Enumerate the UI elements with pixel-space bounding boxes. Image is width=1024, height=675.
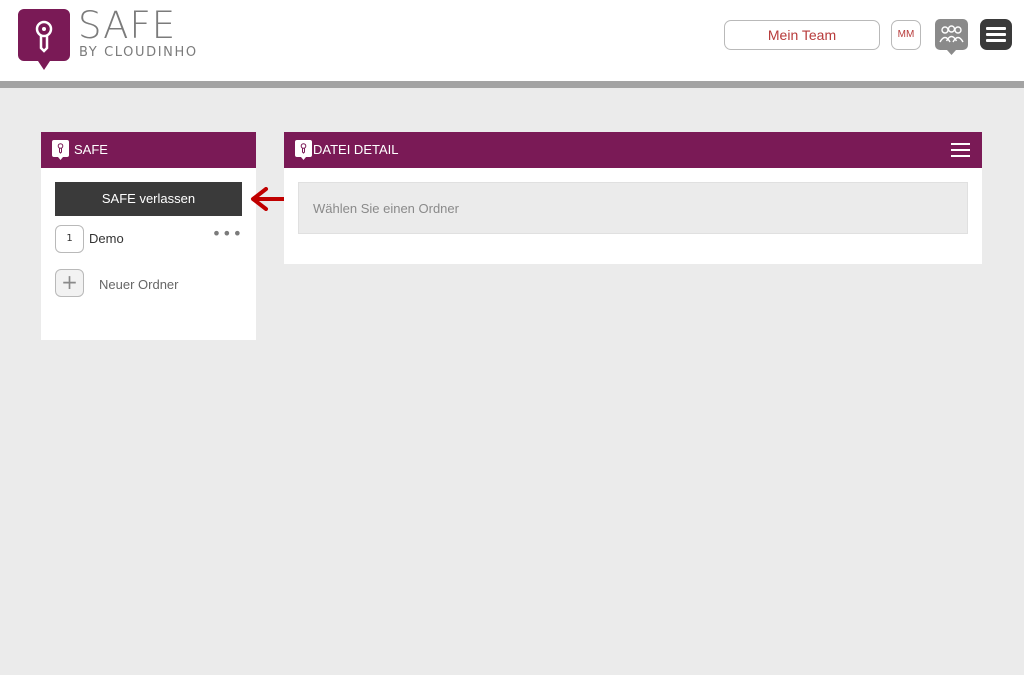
file-detail-panel: DATEI DETAIL Wählen Sie einen Ordner bbox=[284, 132, 982, 264]
group-icon[interactable] bbox=[935, 19, 968, 55]
leave-safe-button[interactable]: SAFE verlassen bbox=[55, 182, 242, 216]
safe-icon bbox=[52, 140, 69, 160]
folder-item[interactable]: 1 Demo ••• bbox=[55, 225, 243, 253]
safe-panel: SAFE SAFE verlassen 1 Demo ••• + Neuer O… bbox=[41, 132, 256, 340]
new-folder-label[interactable]: Neuer Ordner bbox=[99, 277, 178, 292]
safe-logo-icon[interactable] bbox=[18, 9, 70, 70]
detail-menu-icon[interactable] bbox=[951, 142, 970, 158]
more-options-icon[interactable]: ••• bbox=[212, 225, 243, 243]
file-detail-header: DATEI DETAIL bbox=[284, 132, 982, 168]
user-avatar-button[interactable]: MM bbox=[891, 20, 921, 50]
my-team-button[interactable]: Mein Team bbox=[724, 20, 880, 50]
file-detail-title: DATEI DETAIL bbox=[313, 142, 399, 157]
menu-icon[interactable] bbox=[980, 19, 1012, 50]
logo-title: SAFE bbox=[78, 4, 177, 47]
app-header: SAFE BY CLOUDINHO Mein Team MM bbox=[0, 0, 1024, 88]
safe-panel-title: SAFE bbox=[74, 142, 108, 157]
empty-state-message: Wählen Sie einen Ordner bbox=[298, 182, 968, 234]
folder-name[interactable]: Demo bbox=[89, 231, 124, 246]
folder-count-badge: 1 bbox=[55, 225, 84, 253]
logo-subtitle: BY CLOUDINHO bbox=[79, 45, 198, 60]
plus-icon[interactable]: + bbox=[55, 269, 84, 297]
safe-icon bbox=[295, 140, 312, 160]
safe-panel-header: SAFE bbox=[41, 132, 256, 168]
new-folder-button[interactable]: + Neuer Ordner bbox=[55, 269, 243, 297]
